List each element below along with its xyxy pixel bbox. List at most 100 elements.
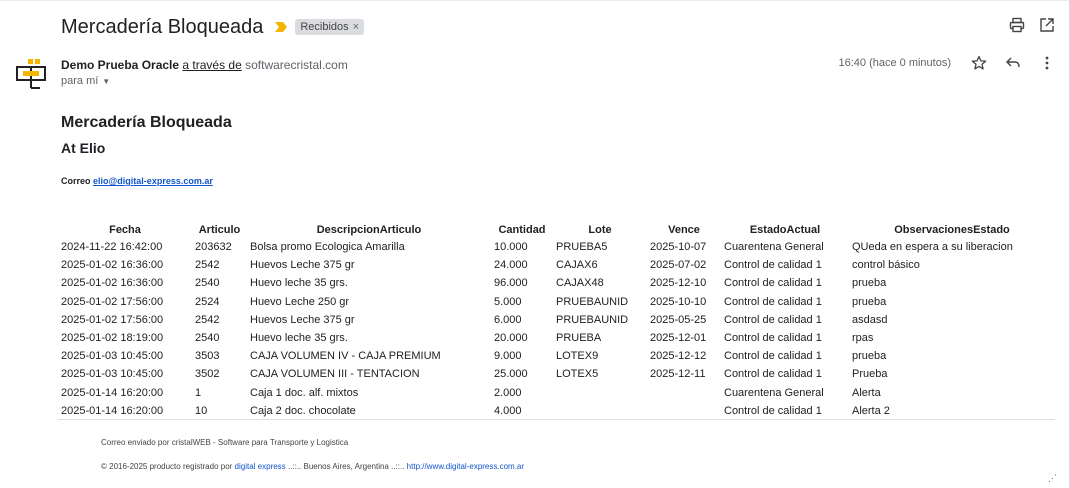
footer-url-link[interactable]: http://www.digital-express.com.ar	[407, 462, 524, 471]
table-cell: 3502	[195, 368, 220, 381]
table-cell: 2540	[195, 332, 220, 345]
table-cell: 2025-12-10	[650, 277, 707, 290]
importance-marker-icon[interactable]	[275, 22, 288, 32]
message-actions: 16:40 (hace 0 minutos)	[838, 55, 1055, 71]
table-cell: Huevos Leche 375 gr	[250, 313, 355, 326]
column-header: Vence	[668, 223, 700, 236]
remove-label-icon[interactable]: ×	[353, 21, 359, 33]
contact-email-link[interactable]: elio@digital-express.com.ar	[93, 176, 213, 186]
table-cell: 2025-01-03 10:45:00	[61, 350, 164, 363]
table-cell: 25.000	[494, 368, 528, 381]
footer-sent-by: Correo enviado por cristalWEB - Software…	[101, 438, 349, 447]
table-cell: LOTEX9	[556, 350, 599, 363]
email-subject: Mercadería Bloqueada	[61, 15, 264, 38]
table-cell: 2025-12-01	[650, 332, 707, 345]
print-icon[interactable]	[1009, 17, 1025, 33]
table-row: 2025-01-14 16:20:00 10 Caja 2 doc. choco…	[58, 402, 1055, 420]
table-cell: 2025-10-07	[650, 241, 707, 254]
label-chip-text: Recibidos	[300, 21, 349, 33]
table-cell: 5.000	[494, 295, 522, 308]
footer-location: ..::.. Buenos Aires, Argentina ..::..	[287, 462, 405, 471]
table-cell: Control de calidad 1	[724, 350, 822, 363]
table-cell: Control de calidad 1	[724, 295, 822, 308]
table-cell: LOTEX5	[556, 368, 599, 381]
table-cell: 9.000	[494, 350, 522, 363]
table-cell: rpas	[852, 332, 874, 345]
table-cell: PRUEBAUNID	[556, 313, 629, 326]
star-icon[interactable]	[971, 55, 987, 71]
recipient-line[interactable]: para mí ▼	[61, 75, 110, 87]
table-row: 2025-01-02 16:36:00 2540 Huevo leche 35 …	[58, 274, 1055, 292]
table-cell: 6.000	[494, 313, 522, 326]
column-header: DescripcionArticulo	[316, 223, 422, 236]
table-cell: 2025-01-02 16:36:00	[61, 277, 164, 290]
table-cell: 2025-07-02	[650, 259, 707, 272]
sender-line: Demo Prueba Oracle a través de softwarec…	[61, 58, 348, 72]
table-cell: Alerta 2	[852, 404, 890, 417]
table-cell: CAJAX6	[556, 259, 598, 272]
message-time: 16:40 (hace 0 minutos)	[838, 57, 951, 69]
top-actions	[1009, 17, 1055, 33]
table-cell: 2025-12-11	[650, 368, 706, 381]
table-cell: 2025-01-02 17:56:00	[61, 313, 164, 326]
table-row: 2025-01-02 17:56:00 2524 Huevo Leche 250…	[58, 293, 1055, 311]
table-row: 2025-01-02 17:56:00 2542 Huevos Leche 37…	[58, 311, 1055, 329]
open-in-new-window-icon[interactable]	[1039, 17, 1055, 33]
table-cell: 2025-12-12	[650, 350, 707, 363]
sender-name[interactable]: Demo Prueba Oracle	[61, 58, 179, 72]
table-cell: 2025-01-14 16:20:00	[61, 404, 164, 417]
table-cell	[553, 384, 647, 402]
table-row: 2025-01-02 16:36:00 2542 Huevos Leche 37…	[58, 256, 1055, 274]
report-subtitle: At Elio	[61, 140, 106, 156]
reply-icon[interactable]	[1005, 55, 1021, 71]
more-vert-icon[interactable]	[1039, 55, 1055, 71]
table-row: 2025-01-02 18:19:00 2540 Huevo leche 35 …	[58, 329, 1055, 347]
table-cell: Huevo leche 35 grs.	[250, 332, 348, 345]
resize-handle-icon[interactable]: ⋰	[1048, 473, 1057, 484]
table-cell: Cuarentena General	[724, 241, 824, 254]
chevron-down-icon[interactable]: ▼	[102, 77, 110, 86]
sender-domain: softwarecristal.com	[245, 58, 348, 72]
footer-company-link[interactable]: digital express	[235, 462, 286, 471]
table-cell: Control de calidad 1	[724, 259, 822, 272]
column-header: Lote	[588, 223, 612, 236]
contact-line: Correo elio@digital-express.com.ar	[61, 176, 213, 186]
table-cell: prueba	[852, 295, 887, 308]
table-cell: 2542	[195, 313, 220, 326]
table-cell: CAJA VOLUMEN III - TENTACION	[250, 368, 420, 381]
table-cell: Cuarentena General	[724, 386, 824, 399]
table-cell	[647, 384, 721, 402]
footer-copyright: © 2016-2025 producto registrado por digi…	[101, 462, 524, 471]
table-cell: 203632	[195, 241, 232, 254]
table-cell: CAJA VOLUMEN IV - CAJA PREMIUM	[250, 350, 441, 363]
table-cell: 96.000	[494, 277, 528, 290]
column-header: ObservacionesEstado	[894, 223, 1010, 236]
column-header: EstadoActual	[749, 223, 821, 236]
label-chip-inbox: Recibidos ×	[295, 19, 365, 35]
table-row: 2025-01-14 16:20:00 1 Caja 1 doc. alf. m…	[58, 384, 1055, 402]
table-cell: Alerta	[852, 386, 881, 399]
table-cell: 2025-01-02 17:56:00	[61, 295, 164, 308]
table-cell: 2025-05-25	[650, 313, 707, 326]
table-cell: 2025-01-02 16:36:00	[61, 259, 164, 272]
column-header: Fecha	[109, 223, 141, 236]
table-cell: prueba	[852, 277, 887, 290]
table-cell: 20.000	[494, 332, 528, 345]
table-row: 2025-01-03 10:45:00 3502 CAJA VOLUMEN II…	[58, 365, 1055, 383]
table-cell: 2025-10-10	[650, 295, 707, 308]
email-view: Mercadería Bloqueada Recibidos × Demo Pr…	[0, 0, 1070, 488]
table-cell: Control de calidad 1	[724, 277, 822, 290]
table-cell: prueba	[852, 350, 887, 363]
table-cell: CAJAX48	[556, 277, 604, 290]
table-cell: Caja 1 doc. alf. mixtos	[250, 386, 359, 399]
table-cell: Prueba	[852, 368, 888, 381]
table-cell: Control de calidad 1	[724, 332, 822, 345]
table-header-row: Fecha Articulo DescripcionArticulo Canti…	[58, 221, 1055, 238]
via-link[interactable]: a través de	[182, 58, 241, 72]
contact-label: Correo	[61, 176, 91, 186]
table-cell: Huevo Leche 250 gr	[250, 295, 350, 308]
sender-avatar	[16, 59, 46, 89]
table-cell: Huevo leche 35 grs.	[250, 277, 348, 290]
table-cell	[553, 402, 647, 420]
table-cell: PRUEBAUNID	[556, 295, 629, 308]
